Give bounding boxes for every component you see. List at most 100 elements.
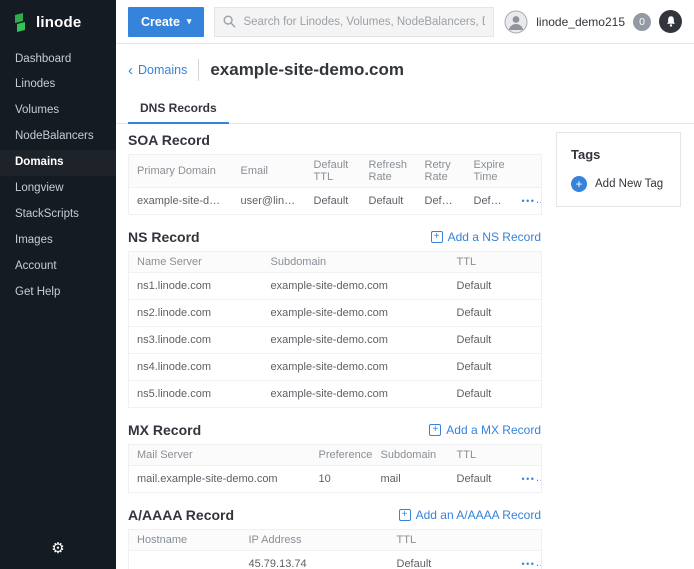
chevron-down-icon: ▾ — [187, 17, 192, 26]
username[interactable]: linode_demo215 — [536, 15, 625, 29]
ns-ttl: Default — [449, 300, 542, 327]
ns-name-server: ns4.linode.com — [129, 354, 263, 381]
mx-col-actions — [514, 445, 542, 466]
soa-expire-time: Default — [466, 188, 514, 215]
mx-action-menu-button[interactable]: ••• — [522, 475, 536, 484]
sidebar-item-images[interactable]: Images — [0, 228, 116, 254]
sidebar-item-dashboard[interactable]: Dashboard — [0, 46, 116, 72]
table-row: example-site-demo.com user@linode.com De… — [129, 188, 542, 215]
mx-mail-server: mail.example-site-demo.com — [129, 466, 311, 493]
ns-name-server: ns1.linode.com — [129, 273, 263, 300]
search-input[interactable] — [243, 16, 485, 28]
mx-col-mail-server: Mail Server — [129, 445, 311, 466]
add-mx-record-label: Add a MX Record — [446, 423, 541, 437]
back-link-label: Domains — [138, 63, 187, 77]
settings-gear-icon[interactable]: ⚙ — [0, 539, 116, 557]
sidebar-item-account[interactable]: Account — [0, 254, 116, 280]
ns-name-server: ns2.linode.com — [129, 300, 263, 327]
add-ns-record-label: Add a NS Record — [448, 230, 541, 244]
tags-panel: Tags + Add New Tag — [556, 132, 681, 207]
mx-col-ttl: TTL — [449, 445, 514, 466]
ns-subdomain: example-site-demo.com — [263, 300, 449, 327]
table-row: mail.example-site-demo.com 10 mail Defau… — [129, 466, 542, 493]
add-mx-record-button[interactable]: + Add a MX Record — [429, 423, 541, 437]
sidebar-item-volumes[interactable]: Volumes — [0, 98, 116, 124]
table-row: ns3.linode.com example-site-demo.com Def… — [129, 327, 542, 354]
table-row: ns1.linode.com example-site-demo.com Def… — [129, 273, 542, 300]
soa-col-refresh-rate: Refresh Rate — [361, 155, 417, 188]
create-button-label: Create — [141, 15, 180, 29]
sidebar: linode Dashboard Linodes Volumes NodeBal… — [0, 0, 116, 569]
ns-ttl: Default — [449, 327, 542, 354]
ns-subdomain: example-site-demo.com — [263, 381, 449, 408]
tab-bar: DNS Records — [116, 93, 694, 124]
a-action-menu-button[interactable]: ••• — [522, 560, 536, 569]
add-a-record-button[interactable]: + Add an A/AAAA Record — [399, 508, 541, 522]
sidebar-item-nodebalancers[interactable]: NodeBalancers — [0, 124, 116, 150]
table-row: 45.79.13.74 Default ••• — [129, 551, 542, 569]
sidebar-item-linodes[interactable]: Linodes — [0, 72, 116, 98]
tags-title: Tags — [571, 147, 666, 162]
main-area: Create ▾ linode_demo215 0 — [116, 0, 694, 569]
plus-icon: + — [399, 509, 411, 521]
app-root: linode Dashboard Linodes Volumes NodeBal… — [0, 0, 694, 569]
sidebar-item-longview[interactable]: Longview — [0, 176, 116, 202]
ns-name-server: ns3.linode.com — [129, 327, 263, 354]
content: SOA Record Primary Domain Email Default … — [116, 124, 694, 569]
linode-logo-icon — [13, 13, 30, 32]
plus-icon: + — [429, 424, 441, 436]
add-new-tag-label: Add New Tag — [595, 178, 663, 190]
notifications-bell-button[interactable] — [659, 10, 682, 33]
search-bar[interactable] — [214, 7, 494, 37]
mx-record-section: MX Record + Add a MX Record Mail Server … — [128, 422, 541, 493]
soa-retry-rate: Default — [417, 188, 466, 215]
a-hostname — [129, 551, 241, 569]
a-section-title: A/AAAA Record — [128, 507, 234, 523]
records-column: SOA Record Primary Domain Email Default … — [128, 132, 541, 569]
tab-dns-records[interactable]: DNS Records — [128, 93, 229, 124]
table-row: ns2.linode.com example-site-demo.com Def… — [129, 300, 542, 327]
page-header: ‹ Domains example-site-demo.com — [116, 44, 694, 81]
mx-col-preference: Preference — [311, 445, 373, 466]
soa-col-expire-time: Expire Time — [466, 155, 514, 188]
a-col-actions — [514, 530, 542, 551]
ns-col-name-server: Name Server — [129, 252, 263, 273]
notification-count-badge[interactable]: 0 — [633, 13, 651, 31]
ns-subdomain: example-site-demo.com — [263, 273, 449, 300]
chevron-left-icon: ‹ — [128, 63, 133, 78]
soa-record-table: Primary Domain Email Default TTL Refresh… — [128, 154, 542, 215]
add-ns-record-button[interactable]: + Add a NS Record — [431, 230, 541, 244]
ns-ttl: Default — [449, 381, 542, 408]
search-icon — [223, 15, 236, 28]
soa-action-menu-button[interactable]: ••• — [522, 197, 536, 206]
ns-ttl: Default — [449, 273, 542, 300]
ns-record-table: Name Server Subdomain TTL ns1.linode.com… — [128, 251, 542, 408]
add-new-tag-button[interactable]: + Add New Tag — [571, 176, 666, 192]
back-to-domains-link[interactable]: ‹ Domains — [128, 63, 187, 78]
mx-subdomain: mail — [373, 466, 449, 493]
topbar-right: linode_demo215 0 — [504, 10, 682, 34]
a-col-hostname: Hostname — [129, 530, 241, 551]
ns-name-server: ns5.linode.com — [129, 381, 263, 408]
sidebar-item-get-help[interactable]: Get Help — [0, 279, 116, 305]
plus-icon: + — [431, 231, 443, 243]
soa-col-actions — [514, 155, 542, 188]
ns-subdomain: example-site-demo.com — [263, 354, 449, 381]
soa-primary-domain: example-site-demo.com — [129, 188, 233, 215]
topbar: Create ▾ linode_demo215 0 — [116, 0, 694, 44]
soa-record-section: SOA Record Primary Domain Email Default … — [128, 132, 541, 215]
soa-col-email: Email — [233, 155, 306, 188]
soa-col-retry-rate: Retry Rate — [417, 155, 466, 188]
avatar[interactable] — [504, 10, 528, 34]
sidebar-item-domains[interactable]: Domains — [0, 150, 116, 176]
linode-logo[interactable]: linode — [0, 0, 116, 46]
breadcrumb: ‹ Domains example-site-demo.com — [128, 59, 682, 81]
a-col-ip-address: IP Address — [241, 530, 389, 551]
a-record-table: Hostname IP Address TTL 45.79.13.74 Defa… — [128, 529, 542, 569]
soa-email: user@linode.com — [233, 188, 306, 215]
create-button[interactable]: Create ▾ — [128, 7, 204, 37]
sidebar-item-stackscripts[interactable]: StackScripts — [0, 202, 116, 228]
sidebar-nav: Dashboard Linodes Volumes NodeBalancers … — [0, 46, 116, 305]
page-title: example-site-demo.com — [210, 60, 404, 80]
ns-col-ttl: TTL — [449, 252, 542, 273]
